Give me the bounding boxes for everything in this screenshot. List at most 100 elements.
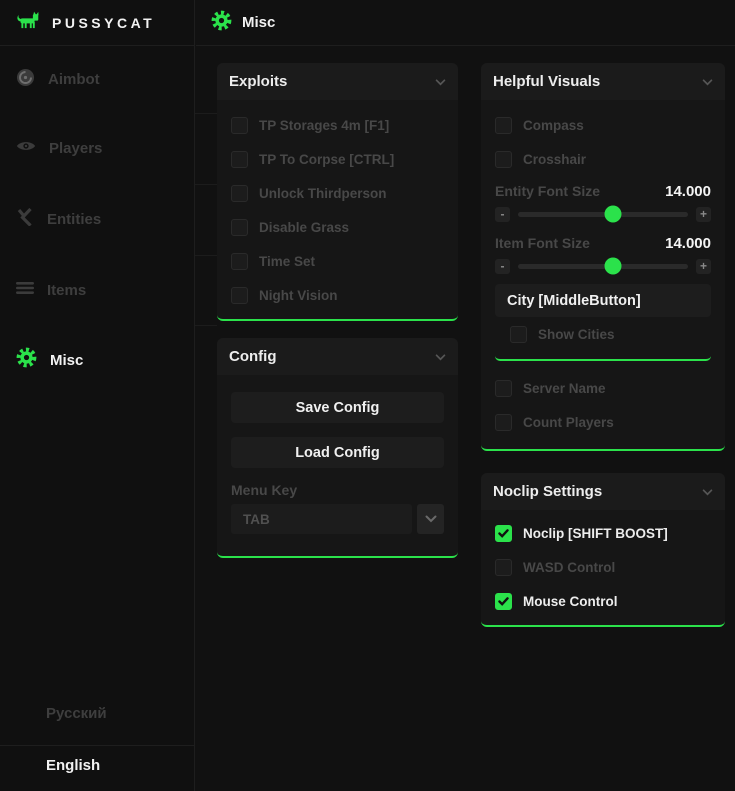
checkbox[interactable]: [510, 326, 527, 343]
divider: [0, 745, 195, 746]
checkbox[interactable]: [495, 414, 512, 431]
plus-button[interactable]: +: [696, 259, 711, 274]
checkbox[interactable]: [495, 380, 512, 397]
checkbox[interactable]: [231, 117, 248, 134]
gear-icon: [16, 347, 37, 373]
chevron-down-icon: [425, 510, 437, 528]
helpful-visuals-panel-header[interactable]: Helpful Visuals: [481, 63, 725, 100]
checkbox-count-players[interactable]: Count Players: [495, 405, 711, 439]
checkbox[interactable]: [495, 151, 512, 168]
checkbox-label: Count Players: [523, 415, 614, 430]
checkbox[interactable]: [495, 559, 512, 576]
checkbox-unlock-thirdperson[interactable]: Unlock Thirdperson: [231, 176, 444, 210]
checkbox-mouse-control[interactable]: Mouse Control: [495, 584, 711, 618]
sidebar: PUSSYCAT Aimbot Players: [0, 0, 195, 791]
language-label: English: [46, 757, 100, 774]
config-panel-body: Save Config Load Config Menu Key TAB: [217, 375, 458, 556]
item-font-size-label-row: Item Font Size 14.000: [495, 230, 711, 256]
checkbox-label: Night Vision: [259, 288, 338, 303]
sidebar-item-label: Misc: [50, 352, 83, 369]
checkbox[interactable]: [231, 287, 248, 304]
slider-thumb[interactable]: [605, 258, 622, 275]
dropdown-button[interactable]: [417, 504, 444, 534]
checkbox[interactable]: [231, 219, 248, 236]
checkbox-tp-storages[interactable]: TP Storages 4m [F1]: [231, 108, 444, 142]
app-window: PUSSYCAT Aimbot Players: [0, 0, 735, 791]
exploits-panel-header[interactable]: Exploits: [217, 63, 458, 100]
list-icon: [16, 281, 34, 300]
chevron-down-icon: [702, 73, 713, 91]
checkbox-show-cities[interactable]: Show Cities: [510, 317, 711, 351]
exploits-panel-body: TP Storages 4m [F1] TP To Corpse [CTRL] …: [217, 100, 458, 319]
noclip-panel-header[interactable]: Noclip Settings: [481, 473, 725, 510]
checkbox-label: Time Set: [259, 254, 315, 269]
menu-key-value[interactable]: TAB: [231, 504, 412, 534]
checkbox-label: TP To Corpse [CTRL]: [259, 152, 394, 167]
checkbox-crosshair[interactable]: Crosshair: [495, 142, 711, 176]
plus-button[interactable]: +: [696, 207, 711, 222]
city-subpanel: City [MiddleButton] Show Cities: [495, 284, 711, 361]
checkbox[interactable]: [231, 151, 248, 168]
noclip-settings-panel: Noclip Settings Noclip [SHIFT BOOST] WAS…: [481, 473, 725, 627]
load-config-button[interactable]: Load Config: [231, 437, 444, 468]
checkbox[interactable]: [231, 253, 248, 270]
checkbox-compass[interactable]: Compass: [495, 108, 711, 142]
slider-label: Item Font Size: [495, 235, 590, 251]
language-russian[interactable]: Русский: [0, 696, 195, 730]
checkbox-label: Unlock Thirdperson: [259, 186, 387, 201]
checkbox-time-set[interactable]: Time Set: [231, 244, 444, 278]
panel-title: Exploits: [229, 73, 287, 90]
slider-value: 14.000: [665, 183, 711, 200]
slider-label: Entity Font Size: [495, 183, 600, 199]
sidebar-item-label: Entities: [47, 211, 101, 228]
checkbox-label: Disable Grass: [259, 220, 349, 235]
gear-icon: [211, 10, 232, 36]
checkbox-tp-corpse[interactable]: TP To Corpse [CTRL]: [231, 142, 444, 176]
panel-title: Helpful Visuals: [493, 73, 600, 90]
config-panel-header[interactable]: Config: [217, 338, 458, 375]
checkbox-disable-grass[interactable]: Disable Grass: [231, 210, 444, 244]
sidebar-item-entities[interactable]: Entities: [0, 184, 195, 255]
minus-button[interactable]: -: [495, 207, 510, 222]
sidebar-item-players[interactable]: Players: [0, 113, 195, 184]
checkbox-label: Crosshair: [523, 152, 586, 167]
checkbox-label: Mouse Control: [523, 594, 618, 609]
checkbox[interactable]: [495, 593, 512, 610]
save-config-button[interactable]: Save Config: [231, 392, 444, 423]
brand-name: PUSSYCAT: [52, 15, 155, 31]
menu-key-dropdown: TAB: [231, 504, 444, 534]
entity-font-size-label-row: Entity Font Size 14.000: [495, 178, 711, 204]
sidebar-item-misc[interactable]: Misc: [0, 325, 195, 395]
checkbox-label: Server Name: [523, 381, 606, 396]
checkbox[interactable]: [495, 525, 512, 542]
cross-icon: [16, 208, 34, 231]
chevron-down-icon: [435, 73, 446, 91]
slider-track[interactable]: [518, 264, 688, 269]
minus-button[interactable]: -: [495, 259, 510, 274]
slider-value: 14.000: [665, 235, 711, 252]
checkbox-server-name[interactable]: Server Name: [495, 371, 711, 405]
chevron-down-icon: [702, 483, 713, 501]
sidebar-item-label: Players: [49, 140, 102, 157]
slider-thumb[interactable]: [605, 206, 622, 223]
eye-icon: [16, 139, 36, 158]
helpful-visuals-panel: Helpful Visuals Compass Crosshair Entity…: [481, 63, 725, 451]
noclip-panel-body: Noclip [SHIFT BOOST] WASD Control Mouse …: [481, 510, 725, 625]
checkbox-night-vision[interactable]: Night Vision: [231, 278, 444, 312]
sidebar-item-items[interactable]: Items: [0, 255, 195, 325]
item-font-size-slider: - +: [495, 256, 711, 276]
panel-title: Config: [229, 348, 276, 365]
slider-track[interactable]: [518, 212, 688, 217]
language-label: Русский: [46, 705, 107, 722]
checkbox[interactable]: [231, 185, 248, 202]
checkbox-wasd-control[interactable]: WASD Control: [495, 550, 711, 584]
sidebar-item-label: Items: [47, 282, 86, 299]
language-english[interactable]: English: [0, 748, 195, 782]
sidebar-item-aimbot[interactable]: Aimbot: [0, 46, 195, 113]
checkbox-label: Noclip [SHIFT BOOST]: [523, 526, 668, 541]
city-middlebutton-button[interactable]: City [MiddleButton]: [495, 284, 711, 317]
checkbox[interactable]: [495, 117, 512, 134]
exploits-panel: Exploits TP Storages 4m [F1] TP To Corps…: [217, 63, 458, 321]
checkbox-label: WASD Control: [523, 560, 615, 575]
checkbox-noclip[interactable]: Noclip [SHIFT BOOST]: [495, 516, 711, 550]
